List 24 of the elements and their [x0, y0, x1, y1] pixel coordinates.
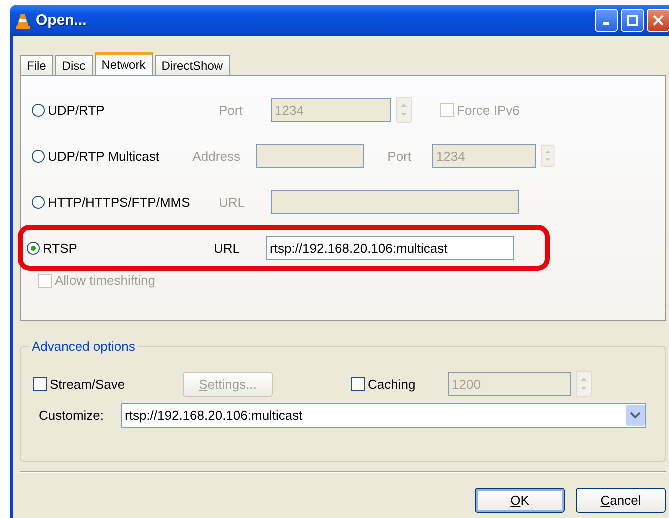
- tab[interactable]: Disc: [55, 55, 93, 75]
- window-title: Open...: [36, 12, 88, 29]
- cancel-button[interactable]: Cancel: [576, 488, 666, 513]
- radio-label: UDP/RTP Multicast: [48, 148, 160, 164]
- radio-label: UDP/RTP: [48, 102, 105, 118]
- ok-button[interactable]: OK: [475, 488, 565, 513]
- field-label: URL: [214, 240, 242, 256]
- group-title: Advanced options: [29, 339, 138, 354]
- field-label: Customize:: [39, 408, 106, 423]
- checkbox-label: Stream/Save: [50, 376, 126, 392]
- checkbox-label: Force IPv6: [457, 102, 520, 118]
- checkbox-label: Caching: [368, 376, 416, 392]
- radio-label: HTTP/HTTPS/FTP/MMS: [48, 194, 190, 210]
- combo-box[interactable]: rtsp://192.168.20.106:multicast: [121, 403, 646, 428]
- tab[interactable]: DirectShow: [154, 55, 230, 75]
- field-label: URL: [219, 194, 246, 210]
- input-field[interactable]: rtsp://192.168.20.106:multicast: [266, 236, 514, 260]
- tab[interactable]: Network: [94, 52, 153, 75]
- field-label: Address: [192, 148, 242, 164]
- field-label: Port: [388, 148, 413, 164]
- radio-label: RTSP: [43, 240, 78, 256]
- checkbox-label: Allow timeshifting: [55, 273, 156, 288]
- field-label: Port: [219, 102, 244, 118]
- tab[interactable]: File: [20, 55, 54, 75]
